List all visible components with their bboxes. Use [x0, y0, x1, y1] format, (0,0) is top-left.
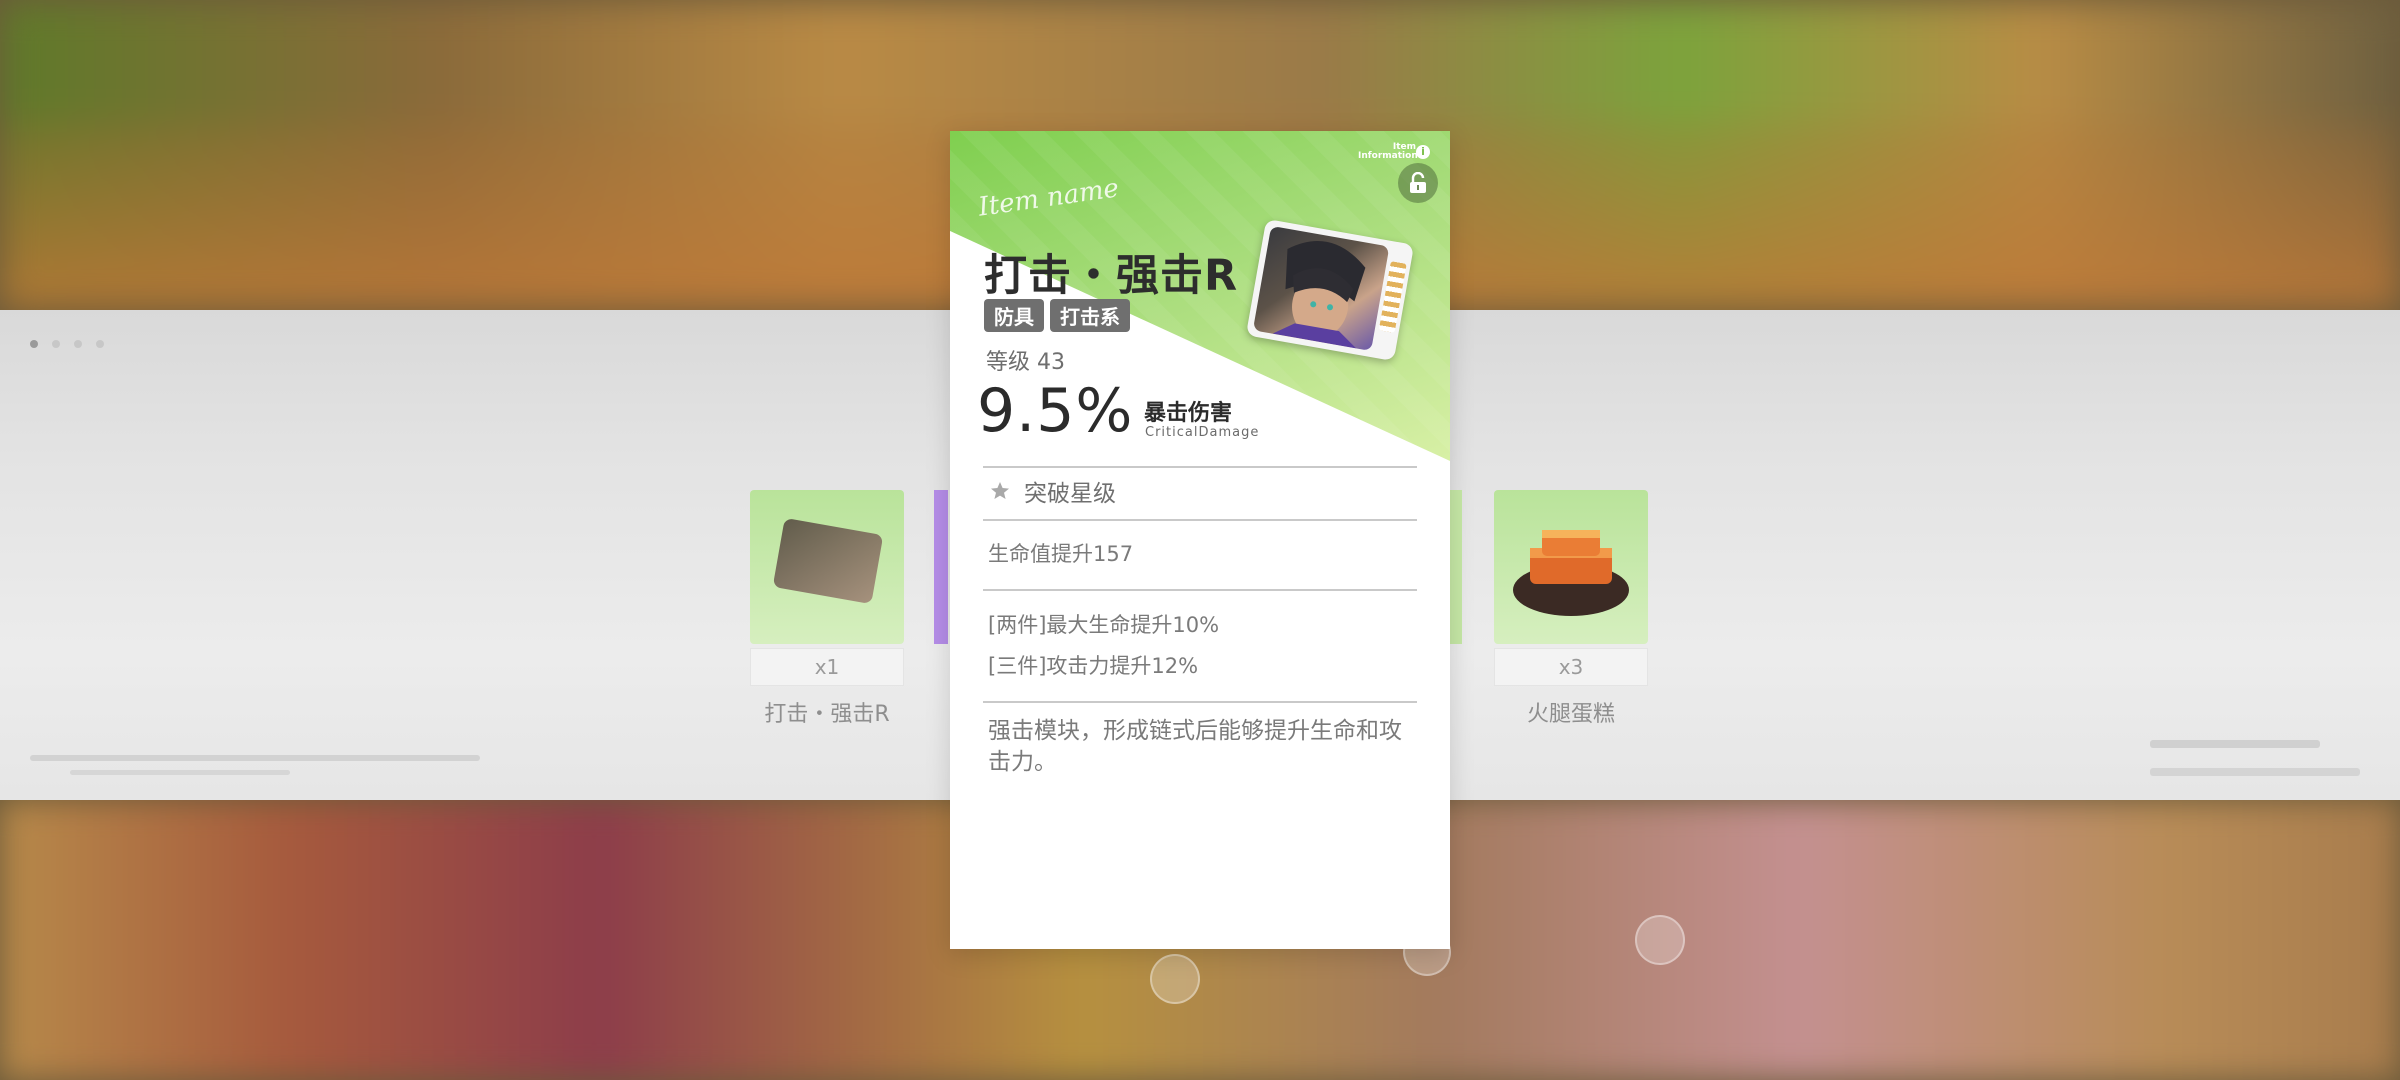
item-description: 强击模块，形成链式后能够提升生命和攻击力。 — [988, 718, 1402, 775]
item-tags: 防具 打击系 — [984, 299, 1130, 332]
info-icon[interactable]: i — [1416, 145, 1430, 159]
sub-stat: 生命值提升157 — [988, 542, 1134, 566]
item-thumbnail — [750, 490, 904, 644]
cake-icon — [1513, 530, 1629, 616]
character-portrait-image — [1252, 225, 1390, 352]
divider — [983, 701, 1417, 703]
item-thumbnail — [1494, 490, 1648, 644]
bubble-decoration — [1150, 954, 1200, 1004]
item-name: 火腿蛋糕 — [1526, 702, 1615, 727]
item-quantity: x3 — [1494, 648, 1648, 686]
footer-text-left-2 — [70, 770, 290, 775]
bubble-decoration — [1635, 915, 1685, 965]
main-stat-name-en: CriticalDamage — [1145, 425, 1260, 440]
star-icon — [991, 482, 1009, 499]
tag-category: 打击系 — [1050, 299, 1130, 332]
lock-icon — [1410, 172, 1426, 193]
inventory-item-partial[interactable] — [1448, 490, 1462, 644]
footer-text-left — [30, 755, 480, 761]
item-level: 等级 43 — [986, 350, 1065, 375]
item-title: 打击・强击R — [984, 251, 1239, 301]
divider — [983, 519, 1417, 521]
set-bonus-3: [三件]攻击力提升12% — [988, 654, 1199, 678]
divider — [983, 466, 1417, 468]
tag-type: 防具 — [984, 299, 1044, 332]
inventory-item-partial[interactable] — [934, 490, 948, 644]
main-stat-value: 9.5% — [977, 376, 1134, 446]
breakthrough-row: 突破星级 — [990, 474, 1116, 508]
lock-button[interactable] — [1398, 163, 1438, 203]
main-stat-name: 暴击伤害 — [1144, 401, 1233, 426]
inventory-item[interactable]: x1 打击・强击R — [750, 490, 904, 728]
breakthrough-label: 突破星级 — [1024, 481, 1116, 507]
item-detail-card: Item Information i Item name 打击・强击R 防具 打… — [950, 131, 1450, 949]
set-bonus-2: [两件]最大生命提升10% — [988, 613, 1220, 637]
footer-text-right — [2150, 740, 2320, 748]
footer-text-right-2 — [2150, 768, 2360, 776]
divider — [983, 589, 1417, 591]
item-quantity: x1 — [750, 648, 904, 686]
item-information-label: Item Information — [1358, 142, 1418, 161]
item-name: 打击・强击R — [764, 702, 890, 727]
page-indicator — [30, 340, 104, 348]
inventory-item[interactable]: x3 火腿蛋糕 — [1494, 490, 1648, 728]
